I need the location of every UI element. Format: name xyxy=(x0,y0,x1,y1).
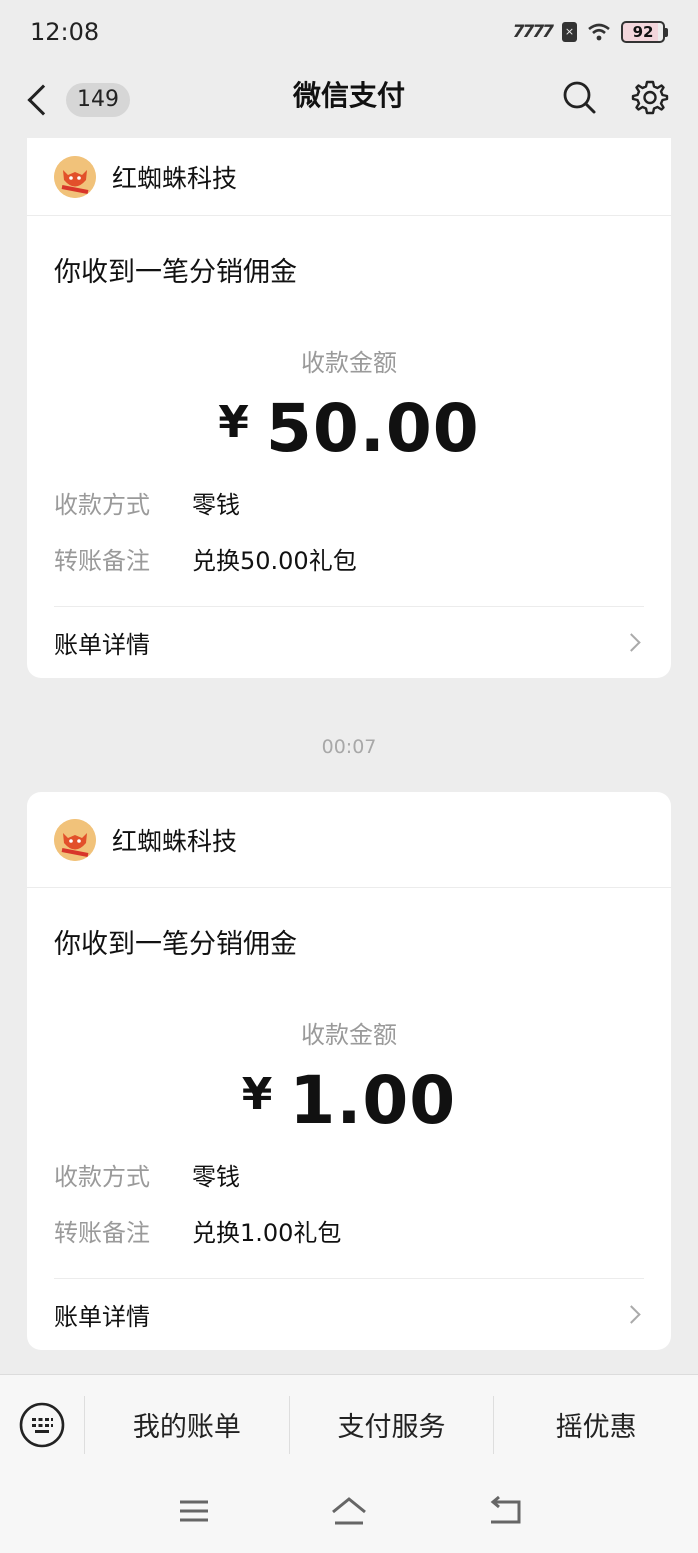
merchant-row: 红蜘蛛科技 xyxy=(27,138,671,216)
payment-method-row: 收款方式 零钱 xyxy=(27,1161,671,1193)
amount: ¥1.00 xyxy=(27,1062,671,1139)
status-icons: 7777 × 92 xyxy=(513,21,668,43)
wechat-pay-screen: 12:08 7777 × 92 149 微信支付 红蜘蛛科技 你收到一笔分销佣金… xyxy=(0,0,698,1553)
payment-message-card[interactable]: 红蜘蛛科技 你收到一笔分销佣金 收款金额 ¥50.00 收款方式 零钱 转账备注… xyxy=(27,138,671,678)
payment-method-row: 收款方式 零钱 xyxy=(27,489,671,521)
menu-icon[interactable] xyxy=(174,1494,214,1528)
remark-row: 转账备注 兑换1.00礼包 xyxy=(27,1217,671,1249)
nav-bar: 149 微信支付 xyxy=(0,64,698,138)
amount-caption: 收款金额 xyxy=(301,1021,397,1049)
notice-title: 你收到一笔分销佣金 xyxy=(54,257,297,288)
merchant-logo xyxy=(54,818,96,861)
merchant-logo xyxy=(54,155,96,198)
wifi-icon xyxy=(588,23,610,41)
keyboard-toggle-button[interactable] xyxy=(0,1375,84,1475)
payment-message-card[interactable]: 红蜘蛛科技 你收到一笔分销佣金 收款金额 ¥1.00 收款方式 零钱 转账备注 … xyxy=(27,792,671,1350)
amount-caption: 收款金额 xyxy=(301,349,397,377)
payment-method-value: 零钱 xyxy=(192,1163,240,1191)
chevron-right-icon xyxy=(622,1305,641,1324)
sim-icon: × xyxy=(562,22,577,42)
battery-tip xyxy=(665,27,668,37)
remark-value: 兑换1.00礼包 xyxy=(192,1219,342,1247)
merchant-name: 红蜘蛛科技 xyxy=(112,826,238,856)
currency-symbol: ¥ xyxy=(241,1069,274,1120)
battery-level: 92 xyxy=(621,21,665,43)
back-button[interactable]: 149 xyxy=(22,78,132,122)
amount: ¥50.00 xyxy=(27,390,671,467)
bill-details-label: 账单详情 xyxy=(54,631,150,659)
amount-value: 50.00 xyxy=(265,390,480,467)
remark-row: 转账备注 兑换50.00礼包 xyxy=(27,545,671,577)
bottom-menu: 我的账单 支付服务 摇优惠 xyxy=(0,1374,698,1474)
chevron-left-icon xyxy=(27,84,59,116)
amount-value: 1.00 xyxy=(289,1062,457,1139)
status-time: 12:08 xyxy=(30,18,100,46)
merchant-row: 红蜘蛛科技 xyxy=(27,792,671,888)
bill-details-link[interactable]: 账单详情 xyxy=(54,606,644,678)
message-timestamp: 00:07 xyxy=(321,736,377,758)
signal-icon: 7777 xyxy=(512,22,554,42)
remark-label: 转账备注 xyxy=(54,547,150,575)
gear-icon[interactable] xyxy=(630,78,670,118)
notice-title: 你收到一笔分销佣金 xyxy=(54,929,297,960)
merchant-name: 红蜘蛛科技 xyxy=(112,163,238,193)
unread-count-badge: 149 xyxy=(66,83,130,117)
payment-method-value: 零钱 xyxy=(192,491,240,519)
menu-my-bills[interactable]: 我的账单 xyxy=(84,1395,289,1454)
battery-icon: 92 xyxy=(621,21,668,43)
home-icon[interactable] xyxy=(329,1494,369,1528)
back-icon[interactable] xyxy=(485,1494,525,1528)
remark-label: 转账备注 xyxy=(54,1219,150,1247)
bill-details-label: 账单详情 xyxy=(54,1303,150,1331)
status-bar: 12:08 7777 × 92 xyxy=(0,0,698,64)
system-navigation-bar xyxy=(0,1474,698,1553)
keyboard-icon xyxy=(19,1402,65,1447)
bill-details-link[interactable]: 账单详情 xyxy=(54,1278,644,1350)
remark-value: 兑换50.00礼包 xyxy=(192,547,357,575)
chevron-right-icon xyxy=(622,633,641,652)
menu-shake-offers[interactable]: 摇优惠 xyxy=(493,1395,698,1454)
search-icon[interactable] xyxy=(560,78,600,118)
payment-method-label: 收款方式 xyxy=(54,1163,150,1191)
menu-payment-services[interactable]: 支付服务 xyxy=(288,1395,494,1454)
currency-symbol: ¥ xyxy=(218,397,250,448)
payment-method-label: 收款方式 xyxy=(54,491,150,519)
